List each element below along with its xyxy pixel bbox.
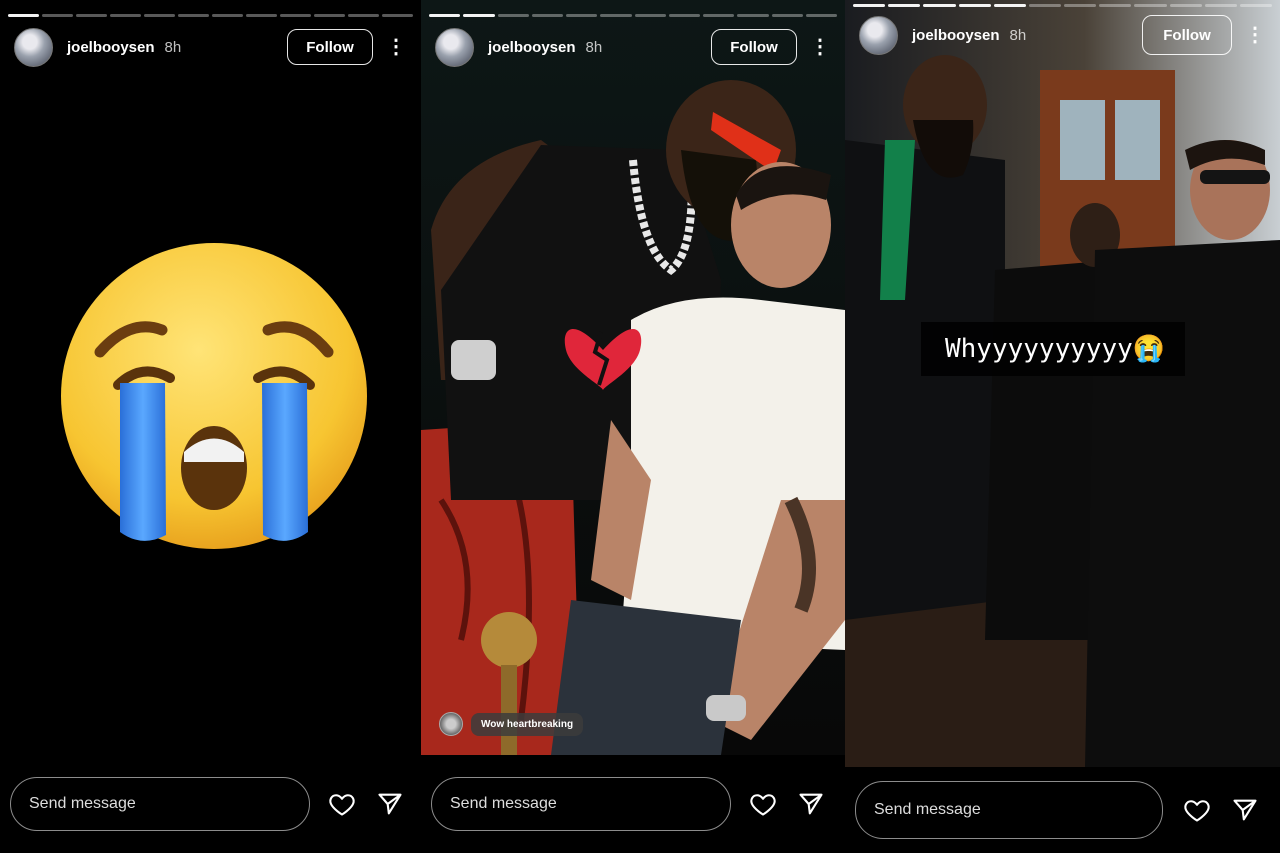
progress-segment (497, 14, 529, 17)
progress-segment (348, 14, 379, 17)
story-photo (421, 0, 845, 755)
progress-segment (1064, 4, 1097, 7)
username[interactable]: joelbooysen (67, 39, 155, 56)
story-header: joelbooysen 8h Follow ⋮ (859, 15, 1266, 55)
send-icon[interactable] (797, 790, 825, 818)
follow-button[interactable]: Follow (711, 29, 797, 65)
progress-segment (280, 14, 311, 17)
progress-segment (634, 14, 666, 17)
post-time: 8h (1009, 26, 1027, 44)
progress-segment (76, 14, 107, 17)
story-panel[interactable]: Wow heartbreaking joelbooysen 8h Follow … (421, 0, 845, 853)
progress-segment (1239, 4, 1273, 7)
progress-segment (737, 14, 769, 17)
story-media[interactable]: Whyyyyyyyyyy😭 (845, 0, 1280, 767)
post-time: 8h (164, 38, 182, 56)
progress-segment (1204, 4, 1237, 7)
story-panel[interactable]: Whyyyyyyyyyy😭 joelbooysen 8h Follow ⋮ (845, 0, 1280, 853)
progress-segment (600, 14, 632, 17)
progress-segment (531, 14, 563, 17)
progress-segment (1169, 4, 1202, 7)
progress-segment (212, 14, 243, 17)
progress-segment (1134, 4, 1167, 7)
progress-segment (853, 4, 886, 7)
story-text-overlay: Whyyyyyyyyyy😭 (921, 322, 1186, 376)
story-photo (845, 0, 1280, 767)
more-options-icon[interactable]: ⋮ (1244, 25, 1266, 45)
progress-segment (993, 4, 1026, 7)
progress-segment (178, 14, 209, 17)
story-media[interactable]: Wow heartbreaking (421, 0, 845, 755)
progress-segment (246, 14, 277, 17)
username[interactable]: joelbooysen (488, 39, 576, 56)
progress-segment (382, 14, 413, 17)
follow-button[interactable]: Follow (287, 29, 373, 65)
progress-segment (463, 14, 495, 17)
progress-segment (110, 14, 141, 17)
reply-text: Wow heartbreaking (471, 712, 584, 736)
send-icon[interactable] (376, 790, 404, 818)
avatar[interactable] (435, 27, 474, 67)
progress-segment (703, 14, 735, 17)
username[interactable]: joelbooysen (912, 27, 1000, 44)
more-options-icon[interactable]: ⋮ (385, 37, 407, 57)
follow-button[interactable]: Follow (1142, 15, 1232, 55)
story-footer (845, 767, 1280, 853)
progress-segment (923, 4, 956, 7)
progress-segment (1099, 4, 1132, 7)
commenter-avatar (439, 712, 463, 736)
story-footer (421, 755, 845, 853)
progress-segment (888, 4, 921, 7)
progress-segment (314, 14, 345, 17)
send-icon[interactable] (1231, 796, 1259, 824)
progress-segment (144, 14, 175, 17)
more-options-icon[interactable]: ⋮ (809, 37, 831, 57)
post-time: 8h (585, 38, 603, 56)
heart-icon[interactable] (328, 790, 356, 818)
send-message-input[interactable] (10, 777, 310, 831)
story-progress-bar (429, 14, 837, 17)
stories-viewer: joelbooysen 8h Follow ⋮ Send message Wow… (0, 0, 1280, 853)
story-header: joelbooysen 8h Follow ⋮ (435, 27, 831, 67)
progress-segment (1028, 4, 1062, 7)
story-panel[interactable]: joelbooysen 8h Follow ⋮ (0, 0, 421, 853)
heart-icon[interactable] (749, 790, 777, 818)
avatar[interactable] (14, 27, 53, 67)
story-progress-bar (8, 14, 413, 17)
story-footer (0, 755, 421, 853)
progress-segment (771, 14, 803, 17)
progress-segment (8, 14, 39, 17)
heart-icon[interactable] (1183, 796, 1211, 824)
progress-segment (668, 14, 700, 17)
reply-comment: Wow heartbreaking (439, 712, 584, 736)
progress-segment (42, 14, 73, 17)
story-header: joelbooysen 8h Follow ⋮ (14, 27, 407, 67)
progress-segment (566, 14, 598, 17)
progress-segment (958, 4, 991, 7)
avatar[interactable] (859, 15, 898, 55)
progress-segment (805, 14, 837, 17)
story-progress-bar (853, 4, 1273, 7)
send-message-input[interactable] (855, 781, 1163, 839)
story-media[interactable] (0, 0, 421, 755)
progress-segment (429, 14, 461, 17)
send-message-input[interactable] (431, 777, 731, 831)
crying-face-emoji (61, 243, 367, 549)
